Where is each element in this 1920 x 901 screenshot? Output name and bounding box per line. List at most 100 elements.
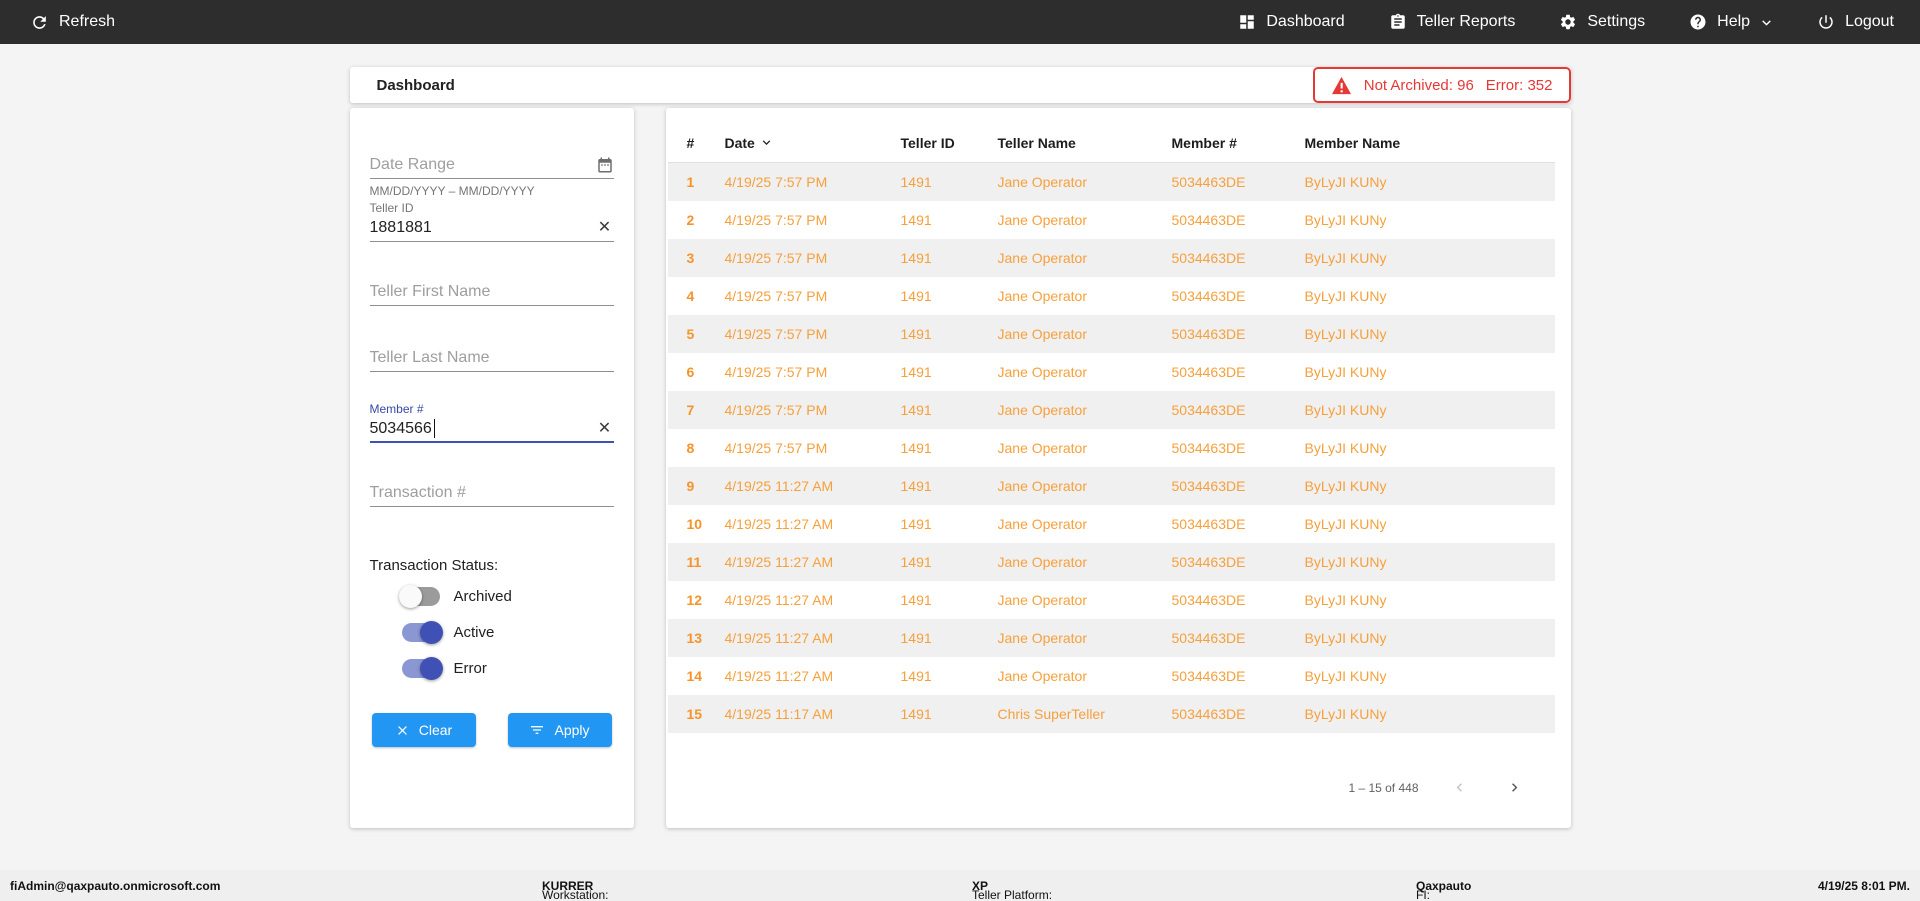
cell-teller-id: 1491 [901,706,998,722]
cell-date: 4/19/25 11:27 AM [725,516,901,532]
table-row[interactable]: 6 4/19/25 7:57 PM 1491 Jane Operator 503… [668,353,1555,391]
cell-num: 13 [687,630,725,646]
dashboard-header-card: Dashboard Not Archived: 96 Error: 352 [350,67,1571,103]
transaction-number-input[interactable] [370,481,614,505]
cell-date: 4/19/25 7:57 PM [725,212,901,228]
nav-teller-reports[interactable]: Teller Reports [1389,13,1516,31]
cell-date: 4/19/25 7:57 PM [725,402,901,418]
cell-notes [1491,516,1555,532]
note-fold [1497,494,1503,500]
cell-member-name: ByLyJI KUNy [1305,478,1491,494]
top-navigation-bar: Refresh Dashboard Teller Reports Setting… [0,0,1920,44]
teller-id-input[interactable] [370,216,596,240]
teller-first-name-input[interactable] [370,280,614,304]
footer-platform: Teller Platform: XP [972,879,988,893]
column-header-date[interactable]: Date [725,135,901,151]
member-number-input[interactable] [370,417,596,441]
nav-dashboard[interactable]: Dashboard [1238,13,1344,31]
table-row[interactable]: 11 4/19/25 11:27 AM 1491 Jane Operator 5… [668,543,1555,581]
cell-date: 4/19/25 7:57 PM [725,364,901,380]
calendar-icon[interactable] [596,156,614,174]
refresh-button[interactable]: Refresh [30,13,115,32]
cell-teller-name: Jane Operator [998,326,1172,342]
cell-notes [1491,364,1555,380]
table-row[interactable]: 2 4/19/25 7:57 PM 1491 Jane Operator 503… [668,201,1555,239]
table-row[interactable]: 5 4/19/25 7:57 PM 1491 Jane Operator 503… [668,315,1555,353]
toggle-thumb [420,621,443,644]
member-number-clear-icon[interactable]: ✕ [596,420,614,438]
toggle-row-active: Active [402,618,614,646]
cell-teller-id: 1491 [901,630,998,646]
nav-logout[interactable]: Logout [1817,13,1894,31]
nav-settings[interactable]: Settings [1559,13,1645,31]
cell-notes [1491,212,1555,228]
next-page-button[interactable] [1500,779,1529,796]
teller-first-name-field [370,279,614,306]
table-row[interactable]: 15 4/19/25 11:17 AM 1491 Chris SuperTell… [668,695,1555,733]
cell-teller-id: 1491 [901,440,998,456]
footer-datetime: 4/19/25 8:01 PM. [1818,879,1910,893]
table-row[interactable]: 12 4/19/25 11:27 AM 1491 Jane Operator 5… [668,581,1555,619]
cell-teller-name: Jane Operator [998,288,1172,304]
table-row[interactable]: 3 4/19/25 7:57 PM 1491 Jane Operator 503… [668,239,1555,277]
table-row[interactable]: 8 4/19/25 7:57 PM 1491 Jane Operator 503… [668,429,1555,467]
page-title: Dashboard [377,77,455,94]
table-row[interactable]: 4 4/19/25 7:57 PM 1491 Jane Operator 503… [668,277,1555,315]
cell-member-name: ByLyJI KUNy [1305,326,1491,342]
date-range-input[interactable] [370,153,596,177]
cell-teller-id: 1491 [901,402,998,418]
note-fold [1497,570,1503,576]
teller-last-name-input[interactable] [370,346,614,370]
cell-teller-id: 1491 [901,364,998,380]
table-row[interactable]: 13 4/19/25 11:27 AM 1491 Jane Operator 5… [668,619,1555,657]
cell-date: 4/19/25 11:17 AM [725,706,901,722]
cell-member-name: ByLyJI KUNy [1305,706,1491,722]
text-caret [434,419,436,438]
table-row[interactable]: 1 4/19/25 7:57 PM 1491 Jane Operator 503… [668,163,1555,201]
cell-member-name: ByLyJI KUNy [1305,364,1491,380]
note-fold [1497,304,1503,310]
previous-page-button[interactable] [1445,779,1474,796]
clipboard-icon [1389,13,1407,31]
cell-date: 4/19/25 11:27 AM [725,668,901,684]
cell-teller-name: Jane Operator [998,592,1172,608]
note-fold [1497,684,1503,690]
nav-settings-label: Settings [1587,13,1645,31]
cell-date: 4/19/25 11:27 AM [725,630,901,646]
cell-notes [1491,706,1555,722]
footer-workstation: Workstation: KURRER [542,879,593,893]
note-fold [1497,456,1503,462]
clear-button[interactable]: Clear [372,713,476,747]
cell-member-name: ByLyJI KUNy [1305,288,1491,304]
cell-date: 4/19/25 7:57 PM [725,326,901,342]
table-row[interactable]: 10 4/19/25 11:27 AM 1491 Jane Operator 5… [668,505,1555,543]
teller-id-clear-icon[interactable]: ✕ [596,219,614,237]
cell-member-name: ByLyJI KUNy [1305,516,1491,532]
cell-teller-id: 1491 [901,554,998,570]
table-row[interactable]: 14 4/19/25 11:27 AM 1491 Jane Operator 5… [668,657,1555,695]
table-row[interactable]: 9 4/19/25 11:27 AM 1491 Jane Operator 50… [668,467,1555,505]
transaction-status-label: Transaction Status: [370,557,614,574]
archived-toggle-label: Archived [454,588,512,605]
cell-member-number: 5034463DE [1172,668,1305,684]
cell-num: 8 [687,440,725,456]
nav-help[interactable]: Help [1689,13,1773,31]
cell-teller-name: Jane Operator [998,250,1172,266]
table-row[interactable]: 7 4/19/25 7:57 PM 1491 Jane Operator 503… [668,391,1555,429]
nav-help-label: Help [1717,13,1750,31]
active-toggle[interactable] [402,623,440,642]
column-header-member-name: Member Name [1305,135,1491,151]
filter-icon [529,722,545,738]
archived-toggle[interactable] [402,587,440,606]
pagination-range: 1 – 15 of 448 [1348,781,1418,795]
cell-date: 4/19/25 7:57 PM [725,288,901,304]
cell-date: 4/19/25 11:27 AM [725,592,901,608]
cell-teller-name: Jane Operator [998,402,1172,418]
cell-teller-name: Jane Operator [998,630,1172,646]
close-icon [395,723,410,738]
error-toggle[interactable] [402,659,440,678]
cell-member-number: 5034463DE [1172,478,1305,494]
warning-triangle-icon [1331,76,1352,95]
cell-member-number: 5034463DE [1172,630,1305,646]
apply-button[interactable]: Apply [508,713,612,747]
